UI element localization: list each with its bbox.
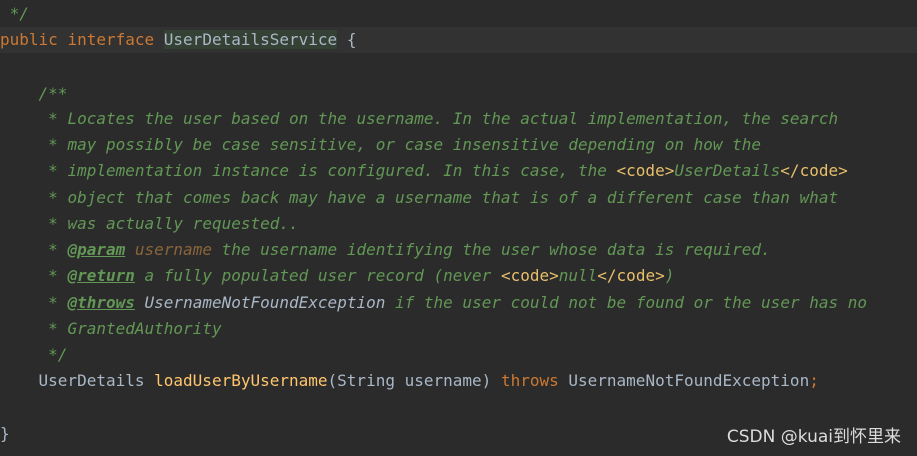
doc-comment-close: */ — [48, 345, 68, 364]
code-line[interactable]: * may possibly be case sensitive, or cas… — [0, 132, 917, 158]
doc-tag-param[interactable]: @param — [67, 240, 125, 259]
code-line[interactable]: */ — [0, 342, 917, 368]
semicolon: ; — [809, 371, 819, 390]
code-line[interactable]: * implementation instance is configured.… — [0, 158, 917, 184]
code-line-current[interactable]: public interface UserDetailsService { — [0, 27, 917, 53]
doc-comment-star: * — [48, 293, 58, 312]
doc-html-tag-close: </code> — [780, 161, 848, 180]
open-brace: { — [346, 30, 357, 49]
doc-code-text: UserDetails — [674, 161, 781, 180]
code-line[interactable]: * object that comes back may have a user… — [0, 185, 917, 211]
keyword-throws: throws — [500, 371, 559, 390]
doc-comment-text: was actually requested.. — [67, 214, 299, 233]
doc-comment-text: object that comes back may have a userna… — [67, 188, 839, 207]
doc-comment-star: * — [48, 161, 58, 180]
doc-comment-text: implementation instance is configured. I… — [67, 161, 617, 180]
doc-comment-close: */ — [0, 4, 29, 23]
keyword-interface: interface — [67, 30, 155, 49]
close-brace: } — [0, 424, 10, 443]
doc-comment-star: * — [48, 319, 58, 338]
interface-name[interactable]: UserDetailsService — [163, 30, 338, 49]
doc-comment-star: * — [48, 240, 58, 259]
watermark: CSDN @kuai到怀里来 — [726, 427, 901, 447]
code-line[interactable]: * was actually requested.. — [0, 211, 917, 237]
code-editor[interactable]: */ public interface UserDetailsService {… — [0, 0, 917, 456]
doc-comment-text: ) — [664, 266, 675, 285]
doc-comment-text: the username identifying the user whose … — [221, 240, 771, 259]
code-line[interactable]: */ — [0, 1, 917, 27]
exception-type[interactable]: UsernameNotFoundException — [568, 371, 809, 390]
doc-tag-throws[interactable]: @throws — [67, 293, 134, 312]
doc-comment-star: * — [48, 214, 58, 233]
doc-comment-text: GrantedAuthority — [67, 319, 222, 338]
doc-comment-open: /** — [38, 84, 68, 103]
doc-comment-text: may possibly be case sensitive, or case … — [67, 135, 762, 154]
doc-exception-type[interactable]: UsernameNotFoundException — [145, 293, 386, 312]
code-line[interactable]: * GrantedAuthority — [0, 316, 917, 342]
return-type[interactable]: UserDetails — [39, 371, 145, 390]
doc-comment-star: * — [48, 188, 58, 207]
doc-tag-return[interactable]: @return — [67, 266, 134, 285]
doc-html-tag-open: <code> — [616, 161, 675, 180]
code-line[interactable]: * @return a fully populated user record … — [0, 263, 917, 289]
doc-comment-text: if the user could not be found or the us… — [395, 293, 868, 312]
doc-comment-star: * — [48, 266, 58, 285]
code-line[interactable]: UserDetails loadUserByUsername(String us… — [0, 368, 917, 394]
doc-html-tag-open: <code> — [500, 266, 559, 285]
doc-html-tag-close: </code> — [597, 266, 665, 285]
keyword-public: public — [0, 30, 58, 49]
doc-param-name[interactable]: username — [135, 240, 212, 259]
method-name[interactable]: loadUserByUsername — [154, 371, 327, 390]
doc-comment-text: Locates the user based on the username. … — [67, 109, 839, 128]
doc-comment-text: a fully populated user record (never — [144, 266, 501, 285]
code-line[interactable]: * @throws UsernameNotFoundException if t… — [0, 290, 917, 316]
code-line[interactable]: * @param username the username identifyi… — [0, 237, 917, 263]
doc-code-text: null — [558, 266, 598, 285]
code-line[interactable]: /** — [0, 81, 917, 107]
doc-comment-star: * — [48, 135, 58, 154]
code-line[interactable]: * Locates the user based on the username… — [0, 106, 917, 132]
doc-comment-star: * — [48, 109, 58, 128]
method-params: (String username) — [327, 371, 492, 390]
